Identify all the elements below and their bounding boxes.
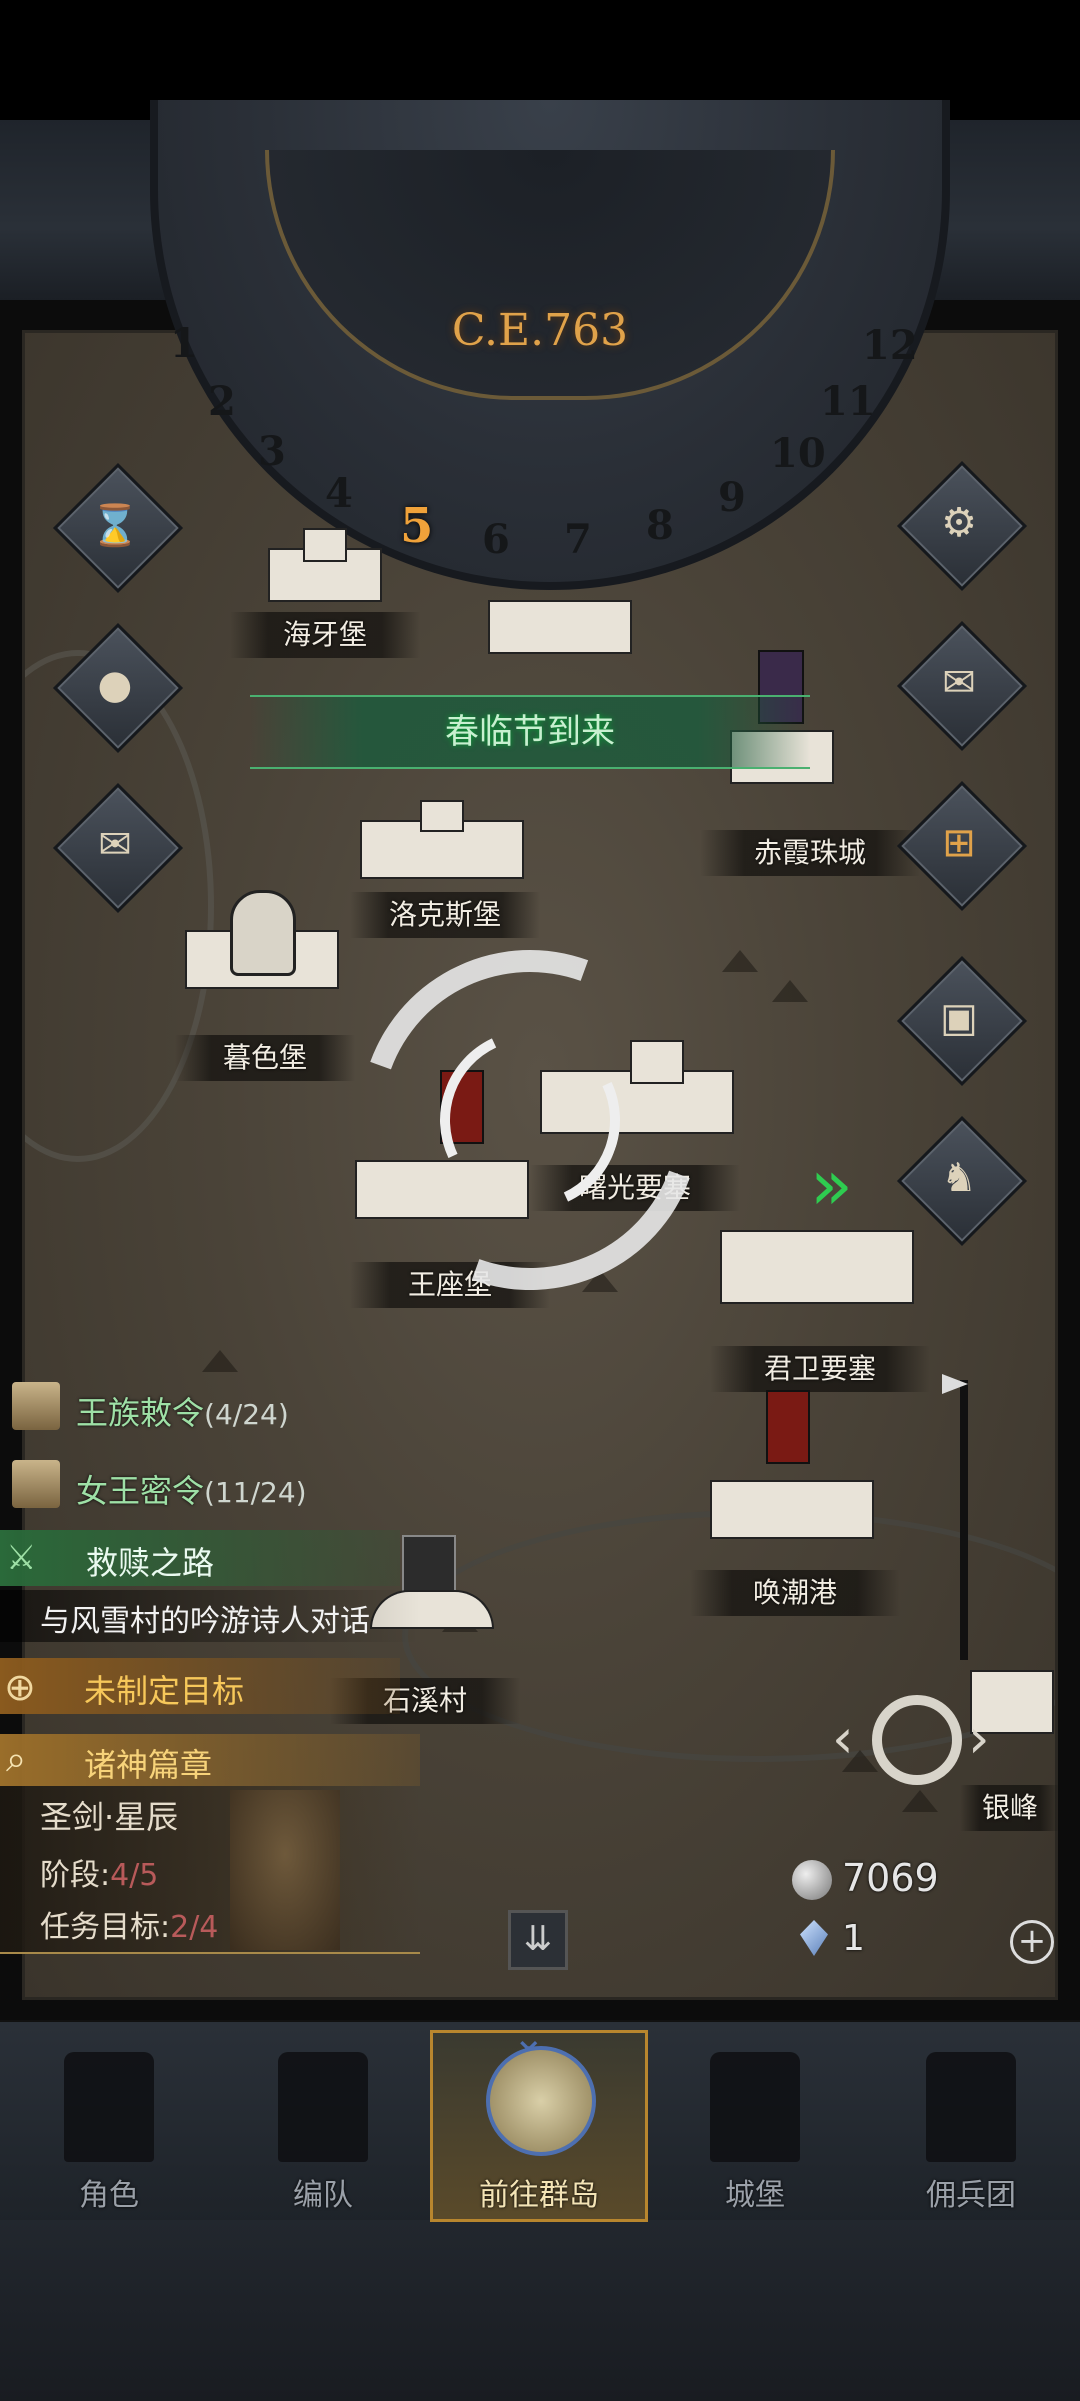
location-label[interactable]: 暮色堡 [175,1035,355,1081]
nav-islands[interactable]: ⌄ 前往群岛 [434,2018,644,2220]
mail-icon: ✉ [942,660,976,706]
event-banner: 春临节到来 [250,695,810,769]
swords-icon: ⚔ [6,1538,37,1578]
chapter-statue-image [230,1790,340,1950]
target-label: 任务目标: [40,1910,171,1945]
month-2: 2 [208,378,236,425]
target-icon: ⊕ [4,1665,36,1709]
progress-pole [960,1380,968,1660]
nav-label: 编队 [293,2178,353,2213]
supplies-icon: ▣ [940,995,978,1041]
chapter-name: 圣剑·星辰 [40,1798,179,1836]
hourglass-icon: ⌛ [90,502,140,549]
hill [202,1350,238,1372]
hill [722,950,758,972]
month-7: 7 [564,516,592,563]
month-12: 12 [862,322,918,369]
arrow-right-icon[interactable]: › [968,1712,990,1766]
castle-junwei[interactable]: » [720,1150,914,1304]
gear-icon: ⚙ [941,500,977,546]
month-current: 5 [400,498,434,554]
nav-formation[interactable]: 编队 [218,2030,428,2220]
location-label[interactable]: 银峰 [960,1785,1060,1831]
castle-icon [710,2052,800,2162]
collapse-button[interactable]: ⇊ [508,1910,568,1970]
target-value: 2/4 [170,1910,219,1945]
silver-coin-icon [792,1860,832,1900]
nav-castle[interactable]: 城堡 [650,2030,860,2220]
gem-amount: 1 [842,1918,865,1959]
stage-value: 4/5 [110,1858,159,1893]
compass-globe-icon [486,2046,596,2156]
chevron-down-icon: ⌄ [512,2015,546,2061]
nav-label: 前往群岛 [479,2178,599,2213]
month-4: 4 [325,470,353,517]
knight-icon: ♞ [941,1155,977,1201]
location-label[interactable]: 唤潮港 [690,1570,900,1616]
quest-title: 女王密令 [76,1472,205,1510]
nav-label: 角色 [79,2178,139,2213]
mission-title: 救赎之路 [86,1544,215,1582]
quest-title: 王族敕令 [76,1394,205,1432]
goal-title: 未制定目标 [84,1672,245,1710]
chapter-stage: 阶段:4/5 [40,1850,158,1894]
lock-icon [230,890,296,976]
castle-luokesi[interactable] [360,800,524,880]
money-bag-icon: ● [97,662,133,708]
nav-label: 城堡 [725,2178,785,2213]
nav-character[interactable]: 角色 [4,2030,214,2220]
hill [902,1790,938,1812]
nav-label: 佣兵团 [926,2178,1016,2213]
quest-royal-decree[interactable]: 王族敕令(4/24) [76,1388,289,1434]
month-11: 11 [820,378,876,425]
arrow-left-icon[interactable]: ‹ [832,1712,854,1766]
squad-icon [278,2052,368,2162]
search-icon: ⌕ [6,1739,27,1780]
month-10: 10 [770,430,826,477]
month-1: 1 [170,320,198,367]
month-6: 6 [482,516,510,563]
quest-progress: (4/24) [204,1398,289,1431]
chapter-target: 任务目标:2/4 [40,1902,218,1946]
month-3: 3 [258,428,286,475]
nav-mercenary[interactable]: 佣兵团 [866,2030,1076,2220]
month-9: 9 [718,474,746,521]
castle-muse-locked[interactable] [185,890,339,989]
quest-queen-secret[interactable]: 女王密令(11/24) [76,1466,307,1512]
add-currency-button[interactable]: + [1010,1920,1054,1964]
scroll-icon: ✉ [98,822,132,868]
castle-unnamed-north[interactable] [478,580,632,660]
mercenary-ship-icon [926,2052,1016,2162]
knight-helmet-icon [64,2052,154,2162]
location-label[interactable]: 海牙堡 [230,612,420,658]
calendar-year: C.E.763 [451,305,629,356]
location-label[interactable]: 洛克斯堡 [350,892,540,938]
scroll-icon [12,1382,60,1430]
hill [772,980,808,1002]
map-center-icon[interactable] [872,1695,962,1785]
month-8: 8 [646,502,674,549]
location-label[interactable]: 君卫要塞 [710,1346,930,1392]
bottom-band [0,2220,1080,2401]
flag-icon [942,1374,968,1394]
scroll-icon [12,1460,60,1508]
window-icon: ⊞ [942,820,976,866]
mission-subtitle[interactable]: 与风雪村的吟游诗人对话 [40,1596,370,1640]
banner-flag [766,1390,810,1464]
castle-huanchao[interactable] [710,1390,874,1540]
castle-haiya[interactable] [248,528,398,608]
chevron-right-icon: » [810,1144,853,1226]
silver-amount: 7069 [842,1856,939,1900]
chapter-title: 诸神篇章 [84,1746,213,1784]
location-label[interactable]: 赤霞珠城 [700,830,920,876]
quest-progress: (11/24) [204,1476,307,1509]
stage-label: 阶段: [40,1858,111,1893]
